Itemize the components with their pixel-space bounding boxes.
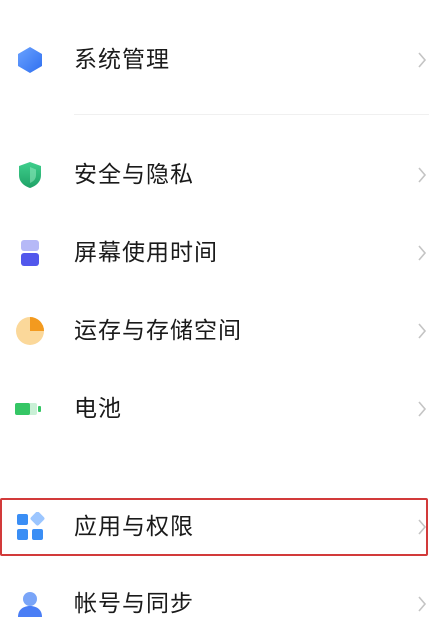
- settings-item-security[interactable]: 安全与隐私: [0, 145, 429, 205]
- app-grid-icon: [14, 511, 46, 543]
- settings-item-label: 电池: [74, 395, 122, 422]
- settings-item-storage[interactable]: 运存与存储空间: [0, 301, 429, 361]
- section-divider: [74, 114, 429, 115]
- chevron-right-icon: [415, 517, 429, 537]
- chevron-right-icon: [415, 321, 429, 341]
- settings-item-label: 系统管理: [74, 46, 170, 73]
- settings-item-label: 运存与存储空间: [74, 317, 242, 344]
- chevron-right-icon: [415, 399, 429, 419]
- settings-item-screen-time[interactable]: 屏幕使用时间: [0, 223, 429, 283]
- settings-item-battery[interactable]: 电池: [0, 379, 429, 439]
- chevron-right-icon: [415, 243, 429, 263]
- settings-item-label: 安全与隐私: [74, 161, 194, 188]
- hourglass-icon: [14, 237, 46, 269]
- chevron-right-icon: [415, 50, 429, 70]
- settings-item-system[interactable]: 系统管理: [0, 30, 429, 90]
- battery-icon: [14, 393, 46, 425]
- settings-item-account-sync[interactable]: 帐号与同步: [0, 574, 429, 624]
- settings-item-label: 应用与权限: [74, 513, 194, 540]
- system-hexagon-icon: [14, 44, 46, 76]
- chevron-right-icon: [415, 594, 429, 614]
- chevron-right-icon: [415, 165, 429, 185]
- settings-item-apps-permissions[interactable]: 应用与权限: [0, 497, 429, 557]
- pie-chart-icon: [14, 315, 46, 347]
- settings-screen: 系统管理 安全与隐私 屏幕使用时间 运存与存储空间 电池 应用与权限 帐号与同步: [0, 0, 429, 624]
- shield-icon: [14, 159, 46, 191]
- person-icon: [14, 588, 46, 620]
- settings-item-label: 帐号与同步: [74, 590, 194, 617]
- settings-item-label: 屏幕使用时间: [74, 239, 218, 266]
